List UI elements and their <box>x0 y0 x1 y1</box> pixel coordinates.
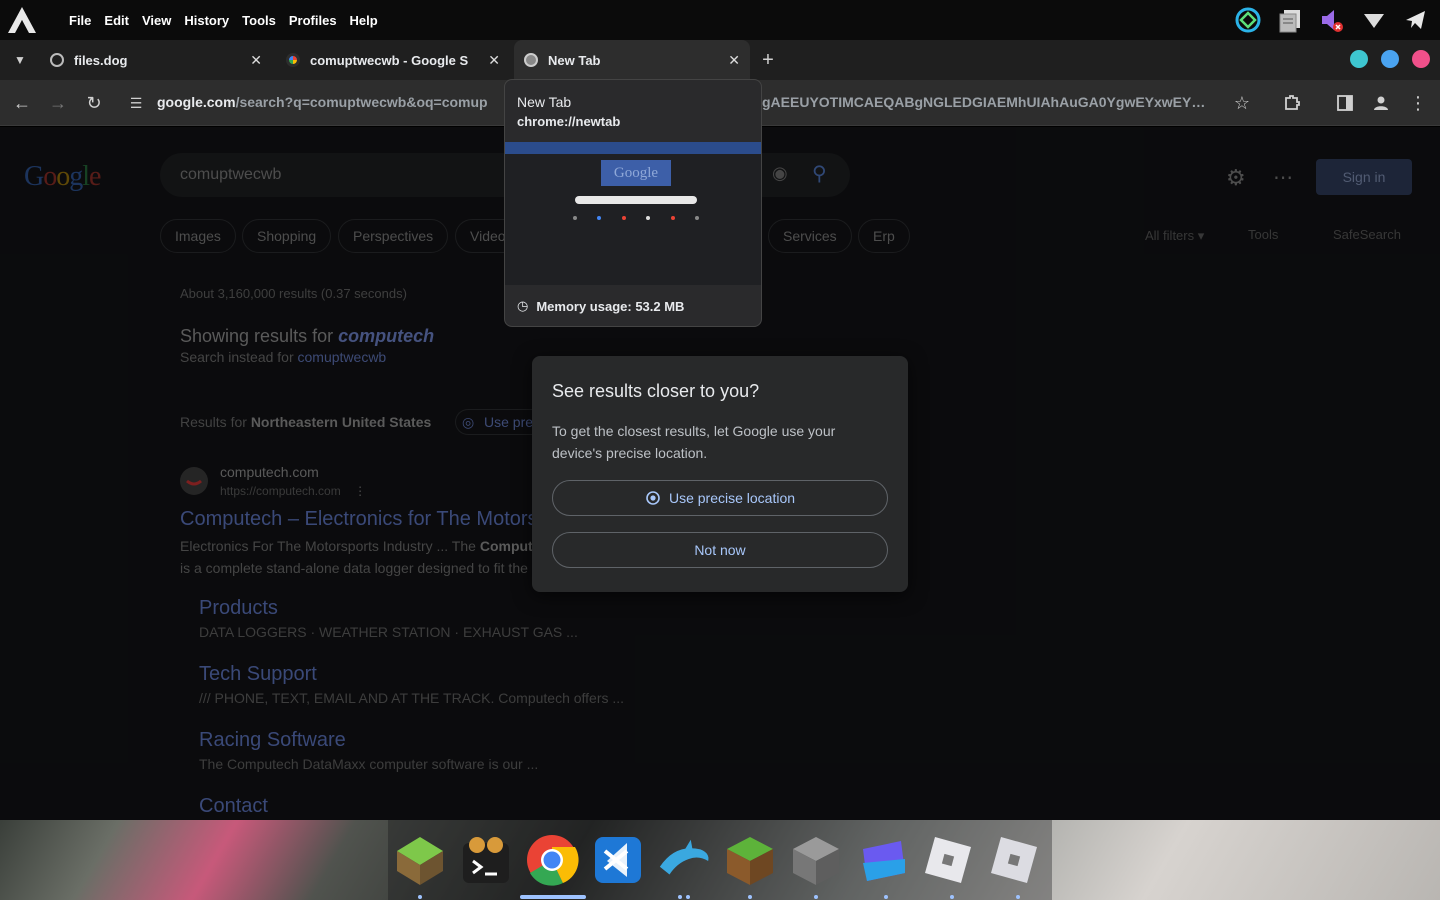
menu-profiles[interactable]: Profiles <box>289 13 337 28</box>
menu-help[interactable]: Help <box>350 13 378 28</box>
close-tab-icon[interactable]: ✕ <box>250 52 262 69</box>
dock-running-dot <box>686 895 690 899</box>
stone-block-icon[interactable] <box>788 832 844 888</box>
dock-running-dot <box>1016 895 1020 899</box>
speedometer-icon: ◷ <box>517 298 529 313</box>
dock-running-dot <box>678 895 682 899</box>
thumb-shortcut <box>573 216 577 220</box>
os-menubar: File Edit View History Tools Profiles He… <box>0 0 1440 40</box>
sync-app-icon[interactable] <box>1234 6 1262 34</box>
site-settings-icon[interactable]: ☰ <box>123 90 149 116</box>
new-tab-plus-icon[interactable]: + <box>755 47 781 73</box>
bookmark-star-icon[interactable]: ☆ <box>1229 90 1255 116</box>
menu-file[interactable]: File <box>69 13 91 28</box>
thumb-shortcut <box>670 216 675 220</box>
tab-search-chevron-icon[interactable]: ▼ <box>7 47 33 73</box>
clipboard-icon[interactable] <box>1276 6 1304 34</box>
close-tab-icon[interactable]: ✕ <box>728 52 740 69</box>
wifi-icon[interactable] <box>1360 6 1388 34</box>
tab-preview-thumbnail: Google <box>505 142 761 285</box>
hovercard-url: chrome://newtab <box>517 114 621 129</box>
tab-hover-card: New Tab chrome://newtab Google ◷ Memory … <box>504 79 762 327</box>
thumb-shortcut <box>621 216 626 220</box>
dock-running-dot <box>814 895 818 899</box>
chrome-newtab-icon <box>524 53 538 67</box>
vscode-icon[interactable] <box>590 832 646 888</box>
menu-history[interactable]: History <box>184 13 229 28</box>
location-target-icon <box>646 491 660 505</box>
minecraft-grass-icon[interactable] <box>722 832 778 888</box>
tab-title: comuptwecwb - Google S <box>310 52 469 68</box>
system-tray <box>1234 0 1430 40</box>
location-permission-dialog: See results closer to you? To get the cl… <box>532 356 908 592</box>
tab-title: New Tab <box>548 52 601 68</box>
use-precise-location-button[interactable]: Use precise location <box>552 480 888 516</box>
globe-icon <box>50 53 64 67</box>
menu-tools[interactable]: Tools <box>242 13 276 28</box>
app-dock <box>388 820 1052 900</box>
use-precise-location-label: Use precise location <box>668 490 796 506</box>
dock-running-dot <box>884 895 888 899</box>
thumb-shortcuts <box>573 216 699 226</box>
menu-edit[interactable]: Edit <box>104 13 129 28</box>
arch-logo-icon[interactable] <box>0 0 44 40</box>
minimize-button[interactable] <box>1350 50 1368 68</box>
thumb-searchbar <box>575 196 697 204</box>
close-tab-icon[interactable]: ✕ <box>488 52 500 69</box>
thumb-shortcut <box>597 216 602 220</box>
dialog-title: See results closer to you? <box>552 381 760 401</box>
terminal-icon[interactable] <box>458 832 514 888</box>
more-menu-icon[interactable]: ⋮ <box>1405 90 1431 116</box>
dock-running-dot <box>748 895 752 899</box>
tab-title: files.dog <box>74 52 128 68</box>
dialog-body: To get the closest results, let Google u… <box>552 423 836 461</box>
memory-usage: ◷ Memory usage: 53.2 MB <box>517 298 684 314</box>
address-bar[interactable]: google.com/search?q=comuptwecwb&oq=comup <box>157 94 488 110</box>
tab-files-dog[interactable]: files.dog ✕ <box>40 40 272 80</box>
thumb-google-logo: Google <box>601 160 671 186</box>
google-favicon-icon <box>286 53 300 67</box>
menu-view[interactable]: View <box>142 13 171 28</box>
side-panel-icon[interactable] <box>1332 90 1358 116</box>
profile-avatar-icon[interactable] <box>1368 90 1394 116</box>
forward-arrow-icon[interactable]: → <box>45 90 71 116</box>
url-path: /search?q=comuptwecwb&oq=comup <box>235 94 488 110</box>
extensions-puzzle-icon[interactable] <box>1279 90 1305 116</box>
dock-running-dot <box>418 895 422 899</box>
close-window-button[interactable] <box>1412 50 1430 68</box>
thumb-shortcut <box>694 216 699 220</box>
dock-running-dot <box>950 895 954 899</box>
thumb-header <box>505 142 761 154</box>
back-arrow-icon[interactable]: ← <box>9 90 35 116</box>
address-bar-tail[interactable]: gAEEUYOTIMCAEQABgNGLEDGIAEMhUIAhAuGA0Ygw… <box>762 94 1232 110</box>
maximize-button[interactable] <box>1381 50 1399 68</box>
thumb-shortcut <box>646 216 651 220</box>
tab-new-tab[interactable]: New Tab ✕ <box>514 40 750 80</box>
audio-muted-icon[interactable] <box>1318 6 1346 34</box>
chrome-icon[interactable] <box>524 832 580 888</box>
dock-active-indicator <box>520 895 586 899</box>
app-menu: File Edit View History Tools Profiles He… <box>69 13 391 28</box>
dolphin-emulator-icon[interactable] <box>656 832 712 888</box>
window-controls <box>1350 50 1430 68</box>
gradient-app-icon[interactable] <box>854 832 910 888</box>
notifications-icon[interactable] <box>1402 6 1430 34</box>
reload-icon[interactable]: ↻ <box>81 90 107 116</box>
memory-usage-text: Memory usage: 53.2 MB <box>536 298 685 314</box>
tab-google-search[interactable]: comuptwecwb - Google S ✕ <box>278 40 510 80</box>
minecraft-block-icon[interactable] <box>392 832 448 888</box>
roblox-studio-icon[interactable] <box>986 832 1042 888</box>
url-host: google.com <box>157 94 236 110</box>
not-now-button[interactable]: Not now <box>552 532 888 568</box>
hovercard-title: New Tab <box>517 94 572 110</box>
roblox-icon[interactable] <box>920 832 976 888</box>
browser-tabbar: ▼ files.dog ✕ comuptwecwb - Google S ✕ N… <box>0 40 1440 109</box>
